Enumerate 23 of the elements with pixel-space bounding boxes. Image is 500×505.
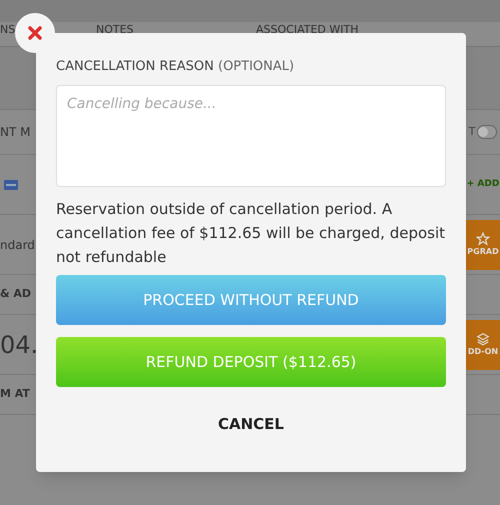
add-ons-button[interactable]: DD-ON (466, 320, 500, 370)
toggle-label: T (468, 124, 476, 140)
row-label: M AT (0, 386, 30, 402)
tab[interactable]: NS (0, 21, 16, 36)
refund-button[interactable]: REFUND DEPOSIT ($112.65) (56, 337, 446, 387)
warning-message: Reservation outside of cancellation period. A cancellation fee of $112.65 will be charged, deposit not refundable (56, 199, 446, 268)
cancel-button[interactable]: CANCEL (210, 412, 292, 436)
proceed-button[interactable]: PROCEED WITHOUT REFUND (56, 275, 446, 325)
close-icon (28, 26, 42, 40)
add-link[interactable]: + ADD (466, 178, 500, 192)
card-icon (4, 180, 18, 190)
row-label: 04. (0, 332, 38, 356)
tab[interactable]: ASSOCIATED WITH (256, 21, 358, 36)
layers-icon (476, 332, 490, 346)
toggle-switch[interactable] (477, 125, 498, 139)
row-label: & AD (0, 286, 32, 302)
row-label: ndard (0, 236, 35, 254)
upgrade-button[interactable]: PGRAD (466, 220, 500, 270)
field-label: CANCELLATION REASON (OPTIONAL) (56, 58, 296, 76)
tab[interactable]: NOTES (96, 21, 134, 36)
row-label: NT M (0, 124, 30, 141)
star-icon (476, 232, 490, 246)
reason-field[interactable]: Cancelling because... (56, 85, 446, 187)
